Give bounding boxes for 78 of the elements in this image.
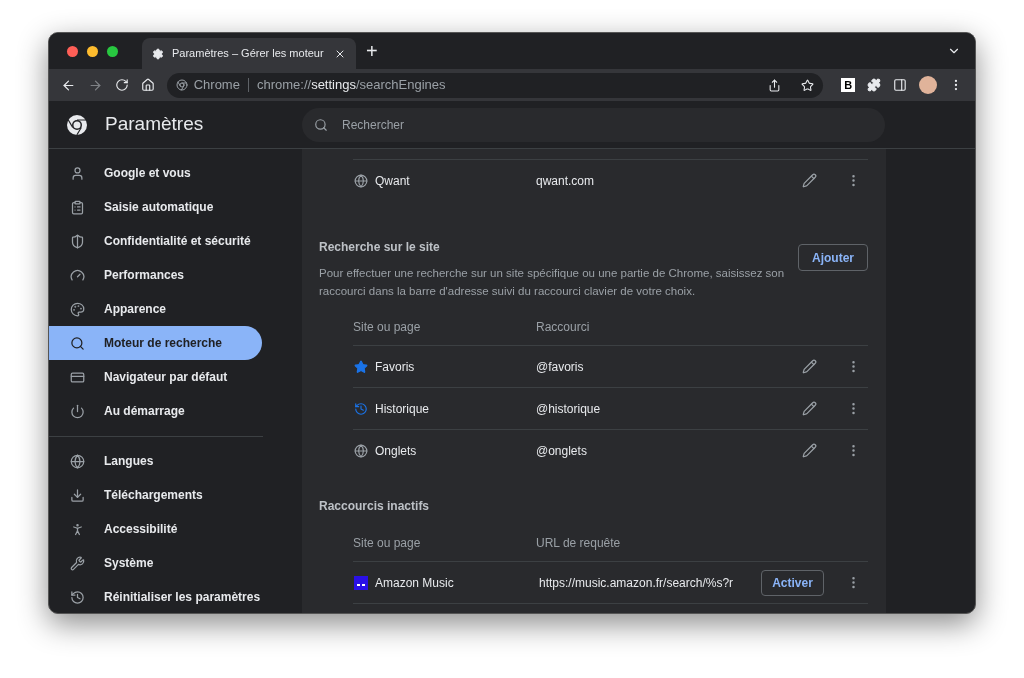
globe-icon — [70, 453, 85, 469]
sidebar-item[interactable]: Saisie automatique — [49, 190, 262, 224]
sidebar-item[interactable]: Téléchargements — [49, 478, 262, 512]
sidebar-item[interactable]: Au démarrage — [49, 394, 262, 428]
sidebar-item[interactable]: Performances — [49, 258, 262, 292]
power-icon — [70, 403, 85, 419]
clipboard-icon — [70, 199, 85, 215]
chrome-logo-icon — [66, 113, 88, 136]
download-icon — [70, 487, 85, 503]
section-title: Raccourcis inactifs — [319, 498, 431, 515]
shortcut-text: @favoris — [536, 358, 584, 376]
avatar[interactable] — [919, 76, 938, 94]
sidebar-item[interactable]: Moteur de recherche — [49, 326, 262, 360]
sidebar-item[interactable]: Accessibilité — [49, 512, 262, 546]
sidebar-item[interactable]: Navigateur par défaut — [49, 360, 262, 394]
palette-icon — [70, 301, 85, 317]
site-name: Qwant — [375, 172, 410, 190]
pencil-icon[interactable] — [802, 359, 817, 374]
reload-icon[interactable] — [114, 78, 129, 92]
column-header: Site ou page — [353, 319, 422, 336]
wrench-icon — [70, 555, 85, 571]
person-icon — [70, 165, 85, 181]
globe-icon — [354, 443, 368, 458]
search-field[interactable]: Rechercher — [302, 107, 885, 142]
site-name: Amazon Music — [375, 574, 454, 592]
new-tab-button[interactable]: + — [366, 41, 378, 61]
person-icon — [70, 521, 85, 537]
home-icon[interactable] — [140, 78, 155, 92]
shortcut-text: @historique — [536, 400, 601, 418]
address-bar[interactable]: Chrome chrome://settings/searchEngines — [166, 72, 824, 98]
pencil-icon[interactable] — [802, 401, 817, 416]
card-icon — [70, 369, 85, 385]
music-logo-icon — [354, 575, 368, 590]
query-url: https://music.amazon.fr/search/%s?r — [539, 574, 734, 592]
history-icon — [70, 589, 85, 605]
sidebar-item[interactable]: Confidentialité et sécurité — [49, 224, 262, 258]
minimize-window-button[interactable] — [87, 45, 98, 57]
settings-icon — [152, 47, 164, 60]
share-icon[interactable] — [768, 78, 782, 92]
star-icon — [354, 359, 368, 374]
browser-tab[interactable]: Paramètres – Gérer les moteur — [142, 38, 356, 69]
pencil-icon[interactable] — [802, 443, 817, 458]
section-title: Recherche sur le site — [319, 239, 441, 256]
sidebar-item[interactable]: Google et vous — [49, 156, 262, 190]
tab-title: Paramètres – Gérer les moteur — [172, 46, 325, 62]
close-window-button[interactable] — [67, 45, 78, 57]
zoom-window-button[interactable] — [107, 45, 118, 57]
gauge-icon — [70, 267, 85, 283]
puzzle-icon[interactable] — [867, 78, 882, 92]
shield-icon — [70, 233, 85, 249]
pencil-icon[interactable] — [802, 173, 817, 188]
add-button[interactable]: Ajouter — [798, 244, 868, 271]
history-icon — [354, 401, 368, 416]
shortcut-text: qwant.com — [536, 172, 595, 190]
site-name: Onglets — [375, 442, 417, 460]
sidebar-item[interactable]: Langues — [49, 444, 262, 478]
search-icon — [314, 117, 328, 132]
column-header: Raccourci — [536, 319, 590, 336]
site-name: Favoris — [375, 358, 415, 376]
section-description: Pour effectuer une recherche sur un site spécifique ou une partie de Chrome, saisissez son raccourci dans la barre d'adresse suivi du raccourci clavier de votre choix. — [319, 266, 786, 299]
chrome-logo-icon — [175, 79, 188, 91]
activate-button[interactable]: Activer — [761, 569, 824, 596]
search-icon — [70, 335, 85, 351]
sidebar-item[interactable]: Apparence — [49, 292, 262, 326]
settings-title: Paramètres — [105, 112, 204, 137]
shortcut-text: @onglets — [536, 442, 587, 460]
bookmark-star-icon[interactable] — [801, 78, 815, 92]
column-header: Site ou page — [353, 535, 422, 552]
column-header: URL de requête — [536, 535, 621, 552]
sidebar-item[interactable]: Réinitialiser les paramètres — [49, 580, 262, 613]
back-icon[interactable] — [61, 77, 76, 93]
site-name: Historique — [375, 400, 430, 418]
globe-icon — [354, 173, 368, 188]
url-text: chrome://settings/searchEngines — [256, 76, 446, 95]
extension-button[interactable]: B — [841, 78, 856, 92]
side-panel-icon[interactable] — [893, 78, 908, 92]
site-chip: Chrome — [193, 78, 249, 92]
sidebar-item[interactable]: Système — [49, 546, 262, 580]
